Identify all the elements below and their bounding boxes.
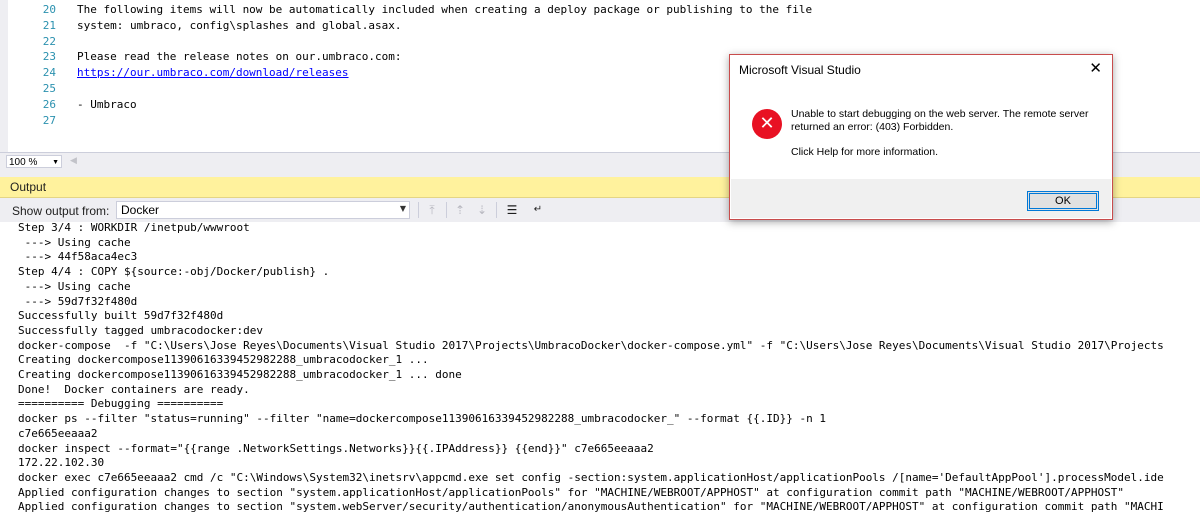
line-number: 22	[42, 34, 56, 48]
output-source-value: Docker	[121, 203, 160, 217]
output-source-select[interactable]: Docker ▼	[116, 201, 410, 219]
output-line: Creating dockercompose113906163394529822…	[18, 368, 462, 381]
previous-message-icon[interactable]: ⇡	[452, 202, 468, 218]
error-icon: ✕	[752, 109, 782, 139]
toolbar-separator	[418, 202, 419, 218]
output-panel-title: Output	[10, 180, 47, 194]
chevron-down-icon: ▼	[399, 204, 406, 213]
output-line: ========== Debugging ==========	[18, 397, 224, 411]
line-number: 26	[42, 97, 56, 111]
close-icon[interactable]: ✕	[1089, 60, 1102, 76]
output-line: Done! Docker containers are ready.	[18, 382, 250, 396]
line-number: 27	[42, 113, 56, 127]
code-text: Please read the release notes on our.umb…	[77, 50, 402, 64]
output-line: Successfully built 59d7f32f480d	[18, 309, 224, 323]
scroll-left-icon[interactable]: ◀	[70, 156, 77, 166]
code-text: system: umbraco, config\splashes and glo…	[77, 18, 402, 32]
find-message-in-code-icon[interactable]: ⤒	[424, 202, 440, 218]
editor-margin	[0, 0, 8, 152]
output-line: ---> Using cache	[18, 235, 131, 249]
output-line: Successfully tagged umbracodocker:dev	[18, 323, 264, 337]
zoom-value: 100 %	[9, 157, 38, 168]
code-line: 22	[8, 34, 1200, 50]
code-line: 20 The following items will now be automa…	[8, 2, 1200, 18]
zoom-select[interactable]: 100 % ▼	[6, 155, 62, 168]
code-text: - Umbraco	[77, 97, 137, 111]
output-line: 172.22.102.30	[18, 456, 105, 470]
output-line: docker-compose -f "C:\Users\Jose Reyes\D…	[18, 338, 1164, 352]
dialog-title: Microsoft Visual Studio	[739, 63, 861, 77]
output-line: Applied configuration changes to section…	[18, 485, 1124, 499]
output-line: c7e665eeaaa2	[18, 426, 98, 440]
output-line: docker ps --filter "status=running" --fi…	[18, 412, 826, 426]
clear-all-icon[interactable]: ☰	[504, 202, 520, 218]
ok-button[interactable]: OK	[1027, 191, 1099, 211]
error-dialog: Microsoft Visual Studio ✕ ✕ Unable to st…	[729, 54, 1113, 220]
output-line: Step 3/4 : WORKDIR /inetpub/wwwroot	[18, 222, 250, 234]
output-line: Step 4/4 : COPY ${source:-obj/Docker/pub…	[18, 265, 330, 279]
output-line: ---> 44f58aca4ec3	[18, 250, 138, 264]
chevron-down-icon: ▼	[52, 159, 59, 166]
line-number: 23	[42, 50, 56, 64]
release-notes-link[interactable]: https://our.umbraco.com/download/release…	[77, 65, 349, 81]
line-number: 25	[42, 82, 56, 95]
word-wrap-icon[interactable]: ↵	[530, 202, 546, 218]
output-line: Creating dockercompose113906163394529822…	[18, 353, 429, 367]
dialog-message: Unable to start debugging on the web ser…	[791, 108, 1089, 133]
output-line: ---> Using cache	[18, 279, 131, 293]
next-message-icon[interactable]: ⇣	[474, 202, 490, 218]
output-text-area[interactable]: Step 3/4 : WORKDIR /inetpub/wwwroot --->…	[0, 222, 1200, 531]
show-output-from-label: Show output from:	[12, 204, 110, 218]
toolbar-separator	[446, 202, 447, 218]
toolbar-separator	[496, 202, 497, 218]
output-line: ---> 59d7f32f480d	[18, 294, 138, 308]
output-line: docker exec c7e665eeaaa2 cmd /c "C:\Wind…	[18, 470, 1164, 484]
line-number: 24	[42, 66, 56, 80]
output-line: Applied configuration changes to section…	[18, 500, 1164, 514]
code-text: The following items will now be automati…	[77, 3, 813, 16]
line-number: 21	[42, 18, 56, 32]
code-line: 21 system: umbraco, config\splashes and g…	[8, 18, 1200, 34]
output-line: docker inspect --format="{{range .Networ…	[18, 441, 654, 455]
line-number: 20	[42, 3, 56, 16]
dialog-help-text: Click Help for more information.	[791, 146, 939, 158]
